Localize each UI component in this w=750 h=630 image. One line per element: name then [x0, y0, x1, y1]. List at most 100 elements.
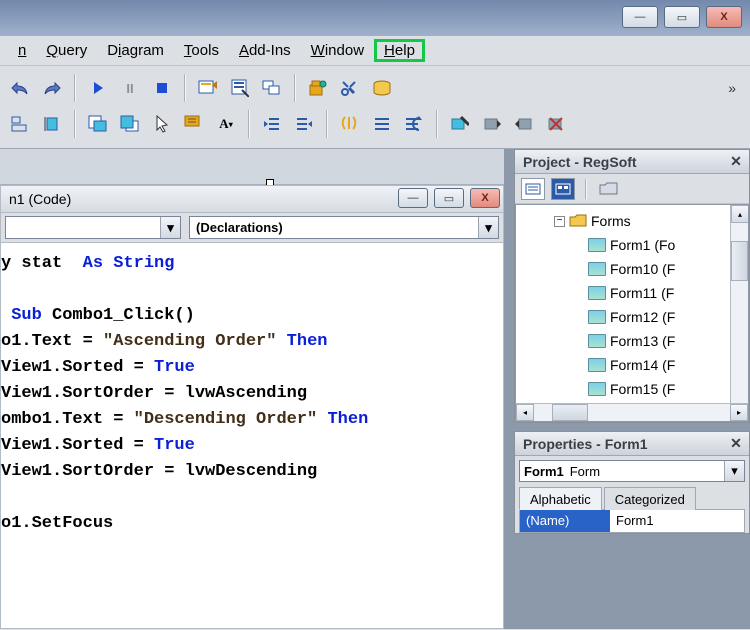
- code-window: n1 (Code) — ▭ X ▾ (Declarations) ▾ y sta…: [0, 185, 504, 629]
- tree-vscrollbar[interactable]: ▴: [730, 205, 748, 403]
- indent-icon[interactable]: [290, 110, 318, 138]
- view-code-button[interactable]: [521, 178, 545, 200]
- code-maximize-button[interactable]: ▭: [434, 188, 464, 208]
- form-icon: [588, 262, 606, 276]
- bookmark-next-icon[interactable]: [478, 110, 506, 138]
- properties-button[interactable]: [226, 74, 254, 102]
- panel-close-icon[interactable]: ✕: [727, 153, 745, 171]
- minimize-button[interactable]: —: [622, 6, 658, 28]
- code-line: [1, 485, 503, 511]
- toolbar-overflow-icon[interactable]: »: [728, 80, 744, 96]
- uncomment-icon[interactable]: [400, 110, 428, 138]
- form-icon: [588, 310, 606, 324]
- project-explorer-button[interactable]: [194, 74, 222, 102]
- menu-item-Add-Ins[interactable]: Add-Ins: [229, 39, 301, 62]
- toolbox-button[interactable]: [336, 74, 364, 102]
- code-line: y stat As String: [1, 251, 503, 277]
- property-name: (Name): [520, 510, 610, 532]
- project-tree[interactable]: − Forms Form1 (FoForm10 (FForm11 (FForm1…: [515, 204, 749, 422]
- code-line: o1.SetFocus: [1, 511, 503, 537]
- tree-item[interactable]: Form15 (F: [516, 377, 748, 401]
- code-minimize-button[interactable]: —: [398, 188, 428, 208]
- tree-item[interactable]: Form10 (F: [516, 257, 748, 281]
- bookmark-clear-icon[interactable]: [542, 110, 570, 138]
- dropdown-arrow-icon[interactable]: ▾: [478, 217, 498, 238]
- code-close-button[interactable]: X: [470, 188, 500, 208]
- pause-button[interactable]: II: [116, 74, 144, 102]
- project-panel-title: Project - RegSoft: [523, 154, 637, 170]
- menu-item-Help[interactable]: Help: [374, 39, 425, 62]
- code-line: [1, 277, 503, 303]
- form-designer-placeholder: [0, 149, 504, 185]
- stop-button[interactable]: [148, 74, 176, 102]
- form-icon: [588, 334, 606, 348]
- undo-button[interactable]: [6, 74, 34, 102]
- code-line: Sub Combo1_Click(): [1, 303, 503, 329]
- tree-item[interactable]: Form12 (F: [516, 305, 748, 329]
- code-line: o1.Text = "Ascending Order" Then: [1, 329, 503, 355]
- breakpoint-icon[interactable]: [336, 110, 364, 138]
- data-view-button[interactable]: [368, 74, 396, 102]
- code-window-titlebar[interactable]: n1 (Code) — ▭ X: [0, 185, 504, 213]
- format-font-icon[interactable]: A▾: [212, 110, 240, 138]
- project-panel: Project - RegSoft ✕ −: [514, 149, 750, 423]
- code-line: View1.SortOrder = lvwDescending: [1, 459, 503, 485]
- tree-hscrollbar[interactable]: ◂ ▸: [516, 403, 748, 421]
- code-editor[interactable]: y stat As String Sub Combo1_Click()o1.Te…: [0, 243, 504, 629]
- object-combo[interactable]: ▾: [5, 216, 181, 239]
- form-icon: [588, 382, 606, 396]
- align-center-icon[interactable]: [38, 110, 66, 138]
- tree-collapse-icon[interactable]: −: [554, 216, 565, 227]
- comment-icon[interactable]: [368, 110, 396, 138]
- tab-alphabetic[interactable]: Alphabetic: [519, 487, 602, 510]
- menu-item-Diagram[interactable]: Diagram: [97, 39, 174, 62]
- code-window-title: n1 (Code): [9, 191, 71, 207]
- tree-item[interactable]: Form1 (Fo: [516, 233, 748, 257]
- menu-item-Tools[interactable]: Tools: [174, 39, 229, 62]
- form-icon: [588, 286, 606, 300]
- run-button[interactable]: [84, 74, 112, 102]
- properties-object-combo[interactable]: Form1 Form ▾: [519, 460, 745, 482]
- view-object-button[interactable]: [551, 178, 575, 200]
- code-line: View1.Sorted = True: [1, 355, 503, 381]
- form-layout-button[interactable]: [258, 74, 286, 102]
- send-back-icon[interactable]: [116, 110, 144, 138]
- property-row[interactable]: (Name) Form1: [520, 510, 744, 532]
- mdi-workspace: n1 (Code) — ▭ X ▾ (Declarations) ▾ y sta…: [0, 149, 750, 629]
- close-button[interactable]: X: [706, 6, 742, 28]
- tab-categorized[interactable]: Categorized: [604, 487, 696, 510]
- bookmark-toggle-icon[interactable]: [446, 110, 474, 138]
- code-line: View1.Sorted = True: [1, 433, 503, 459]
- menu-item-Window[interactable]: Window: [301, 39, 374, 62]
- panel-close-icon[interactable]: ✕: [727, 435, 745, 453]
- bookmark-prev-icon[interactable]: [510, 110, 538, 138]
- bring-front-icon[interactable]: [84, 110, 112, 138]
- tree-folder-forms[interactable]: − Forms: [516, 209, 748, 233]
- tree-item[interactable]: Form11 (F: [516, 281, 748, 305]
- app-title-bar: — ▭ X: [0, 0, 750, 36]
- folder-icon[interactable]: [597, 178, 621, 200]
- redo-button[interactable]: [38, 74, 66, 102]
- property-value[interactable]: Form1: [610, 510, 744, 532]
- align-left-icon[interactable]: [6, 110, 34, 138]
- outdent-icon[interactable]: [258, 110, 286, 138]
- tree-item[interactable]: Form13 (F: [516, 329, 748, 353]
- code-line: View1.SortOrder = lvwAscending: [1, 381, 503, 407]
- procedure-combo[interactable]: (Declarations) ▾: [189, 216, 499, 239]
- menu-item-Query[interactable]: Query: [36, 39, 97, 62]
- dropdown-arrow-icon[interactable]: ▾: [160, 217, 180, 238]
- cursor-icon[interactable]: [148, 110, 176, 138]
- dropdown-arrow-icon[interactable]: ▾: [724, 461, 744, 481]
- menubar: nQueryDiagramToolsAdd-InsWindowHelp: [0, 36, 750, 66]
- right-panels: Project - RegSoft ✕ −: [514, 149, 750, 629]
- form-icon: [588, 238, 606, 252]
- tree-item[interactable]: Form14 (F: [516, 353, 748, 377]
- select-icon[interactable]: [180, 110, 208, 138]
- properties-panel-title: Properties - Form1: [523, 436, 647, 452]
- code-line: ombo1.Text = "Descending Order" Then: [1, 407, 503, 433]
- maximize-button[interactable]: ▭: [664, 6, 700, 28]
- object-browser-button[interactable]: [304, 74, 332, 102]
- menu-item-n[interactable]: n: [8, 39, 36, 62]
- properties-grid[interactable]: (Name) Form1: [519, 509, 745, 533]
- properties-panel: Properties - Form1 ✕ Form1 Form ▾ Alphab…: [514, 431, 750, 534]
